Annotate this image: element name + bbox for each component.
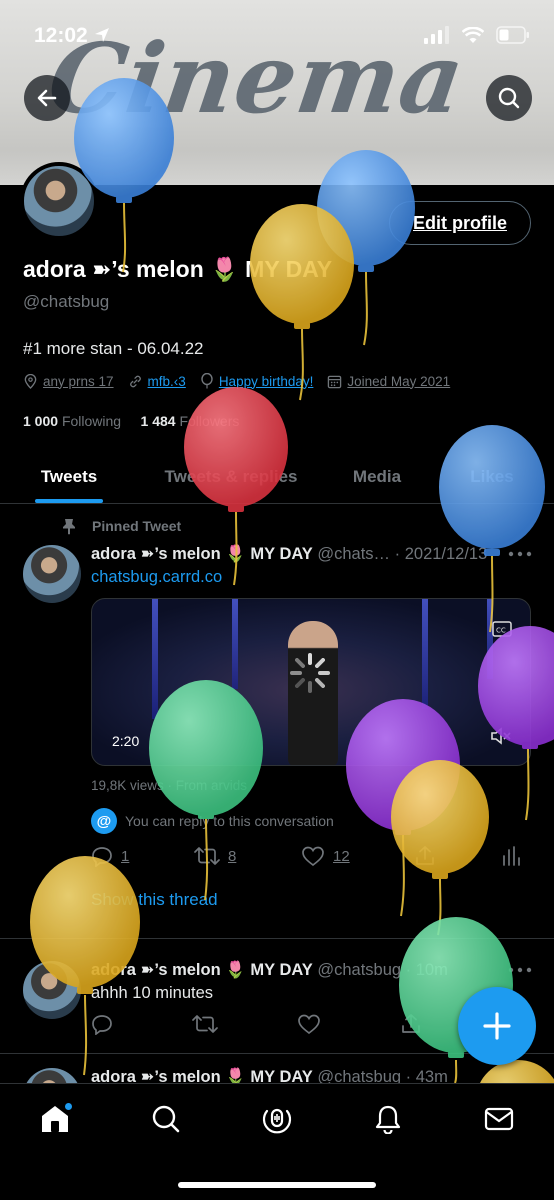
profile-joined: Joined May 2021: [327, 373, 450, 389]
notifications-icon: [375, 1105, 400, 1134]
link-icon: [129, 375, 141, 387]
reply-icon: [92, 847, 112, 867]
like-button[interactable]: [297, 1013, 321, 1035]
tab-likes[interactable]: Likes: [430, 450, 554, 503]
home-indicator: [178, 1182, 376, 1188]
followers-link[interactable]: 1 484 Followers: [141, 413, 240, 429]
location-icon: [24, 373, 37, 389]
share-button[interactable]: [414, 845, 436, 867]
signal-icon: [424, 26, 449, 44]
nav-explore[interactable]: [136, 1099, 196, 1139]
analytics-icon: [503, 846, 520, 866]
search-button[interactable]: [486, 75, 532, 121]
balloon-icon: [250, 204, 354, 401]
tab-media[interactable]: Media: [324, 450, 430, 503]
mute-icon[interactable]: [490, 727, 512, 745]
reply-button[interactable]: [91, 1013, 113, 1035]
retweet-icon: [192, 1015, 218, 1033]
share-button[interactable]: [400, 1013, 422, 1035]
messages-icon: [484, 1107, 513, 1131]
video-views: 19,8K views · From arvids: [91, 778, 248, 793]
location-arrow-icon: [94, 28, 109, 42]
back-arrow-icon: [37, 89, 57, 107]
search-icon: [498, 87, 520, 109]
tweet-video[interactable]: 2:20 CC: [91, 598, 531, 766]
more-icon[interactable]: [508, 551, 532, 557]
nav-spaces[interactable]: [247, 1099, 307, 1139]
profile-location: any prns 17: [23, 373, 114, 389]
retweet-button[interactable]: 8: [194, 845, 236, 867]
follow-stats: 1 000 Following 1 484 Followers: [23, 413, 239, 429]
profile-website[interactable]: mfb.‹3: [128, 373, 186, 389]
tweet-avatar[interactable]: [23, 961, 81, 1019]
share-icon: [402, 1014, 420, 1033]
reply-button[interactable]: 1: [91, 845, 129, 867]
tweet-actions: [91, 1013, 521, 1035]
pin-icon: [63, 519, 75, 535]
tweet-link[interactable]: chatsbug.carrd.co: [91, 568, 222, 587]
tweet-text: ahhh 10 minutes: [91, 984, 214, 1002]
compose-tweet-button[interactable]: [458, 987, 536, 1065]
profile-birthday[interactable]: Happy birthday!: [200, 373, 313, 389]
status-icons: [424, 26, 530, 44]
back-button[interactable]: [24, 75, 70, 121]
wifi-icon: [462, 26, 484, 43]
tweet-header: adora ➽’s melon 🌷 MY DAY @chats… · 2021/…: [91, 545, 488, 563]
reply-restriction-note: @ You can reply to this conversation: [91, 808, 334, 834]
status-time: 12:02: [34, 24, 110, 48]
nav-home[interactable]: [25, 1099, 85, 1139]
like-icon: [298, 1014, 320, 1035]
profile-meta: any prns 17 mfb.‹3 Happy birthday! Joine…: [23, 373, 450, 389]
tab-tweets[interactable]: Tweets: [0, 450, 138, 503]
edit-profile-button[interactable]: Edit profile: [389, 201, 531, 245]
loading-spinner-icon: [290, 653, 330, 693]
spaces-icon: [262, 1108, 292, 1134]
calendar-icon: [328, 375, 342, 388]
pinned-indicator: Pinned Tweet: [60, 517, 181, 535]
retweet-button[interactable]: [192, 1013, 218, 1035]
retweet-icon: [194, 847, 220, 865]
tulip-emoji: 🌷: [210, 256, 239, 282]
show-thread-link[interactable]: Show this thread: [91, 890, 218, 910]
video-duration: 2:20: [112, 733, 140, 749]
explore-icon: [152, 1105, 180, 1133]
share-icon: [416, 846, 435, 865]
more-icon[interactable]: [508, 967, 532, 973]
notification-dot: [64, 1102, 74, 1111]
nav-notifications[interactable]: [358, 1099, 418, 1139]
profile-handle: @chatsbug: [23, 292, 110, 311]
profile-tabs: Tweets Tweets & replies Media Likes: [0, 450, 554, 504]
balloon-icon: [201, 373, 213, 389]
battery-icon: [496, 26, 529, 44]
at-icon: @: [91, 808, 117, 834]
nav-messages[interactable]: [469, 1099, 529, 1139]
following-link[interactable]: 1 000 Following: [23, 413, 121, 429]
tweet-actions: 1 8 12: [91, 845, 521, 867]
tweet-header: adora ➽’s melon 🌷 MY DAY @chatsbug · 10m: [91, 961, 448, 979]
tab-tweets-replies[interactable]: Tweets & replies: [138, 450, 324, 503]
profile-display-name: adora ➽’s melon 🌷 MY DAY: [23, 256, 333, 282]
svg-text:CC: CC: [496, 627, 506, 635]
captions-icon[interactable]: CC: [492, 621, 512, 637]
profile-bio: #1 more stan - 06.04.22: [23, 339, 204, 358]
like-icon: [302, 846, 324, 867]
like-button[interactable]: 12: [301, 845, 350, 867]
compose-plus-icon: [483, 1012, 511, 1040]
analytics-button[interactable]: [501, 845, 521, 867]
tweet-avatar[interactable]: [23, 545, 81, 603]
reply-icon: [92, 1015, 112, 1035]
profile-avatar[interactable]: [20, 162, 98, 240]
